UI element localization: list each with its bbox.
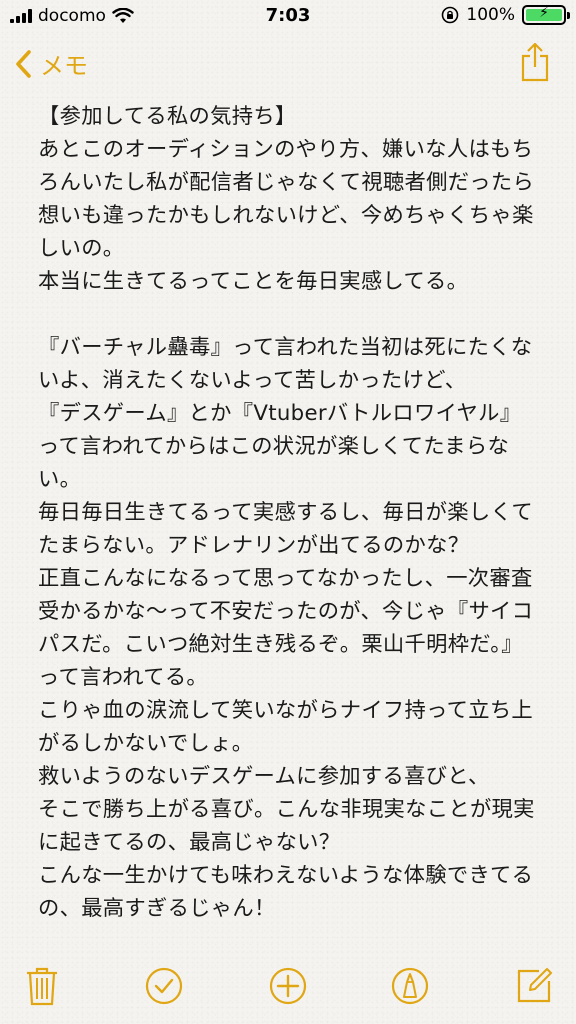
note-line: 想いも違ったかもしれないけど、今めちゃくちゃ楽 xyxy=(38,203,534,228)
note-line: こんな一生かけても味わえないような体験できてる xyxy=(38,863,534,888)
checklist-button[interactable] xyxy=(142,964,186,1008)
note-line: 救いようのないデスゲームに参加する喜びと、 xyxy=(38,764,490,789)
share-button[interactable] xyxy=(520,42,550,86)
orientation-lock-icon xyxy=(442,6,459,24)
battery-percent: 100% xyxy=(466,5,515,25)
note-line: しいの。 xyxy=(38,236,125,261)
note-line: 毎日毎日生きてるって実感するし、毎日が楽しくて xyxy=(38,500,534,525)
battery-cap xyxy=(567,12,570,19)
checklist-icon xyxy=(145,967,183,1005)
compose-button[interactable] xyxy=(512,964,556,1008)
note-line: 受かるかな〜って不安だったのが、今じゃ『サイコ xyxy=(38,599,534,624)
charging-bolt-icon: ⚡ xyxy=(539,5,549,21)
note-line: 正直こんなになるって思ってなかったし、一次審査 xyxy=(38,566,533,591)
note-line: 【参加してる私の気持ち】 xyxy=(38,104,297,129)
note-line: たまらない。アドレナリンが出てるのかな？ xyxy=(38,533,470,558)
markup-icon xyxy=(391,967,429,1005)
status-bar: docomo 7:03 100% ⚡ xyxy=(0,0,576,34)
note-body[interactable]: 【参加してる私の気持ち】あとこのオーディションのやり方、嫌いな人はもち ろんいたし… xyxy=(38,100,548,925)
note-line: 『デスゲーム』とか『Vtuberバトルロワイヤル』 xyxy=(38,401,522,426)
note-line: あとこのオーディションのやり方、嫌いな人はもち xyxy=(38,137,534,162)
delete-button[interactable] xyxy=(20,964,64,1008)
add-button[interactable] xyxy=(266,964,310,1008)
note-line: ろんいたし私が配信者じゃなくて視聴者側だったら xyxy=(38,170,535,195)
back-label: メモ xyxy=(40,52,88,80)
note-line xyxy=(38,298,548,331)
add-icon xyxy=(269,967,307,1005)
note-line: に起きてるの、最高じゃない？ xyxy=(38,830,341,855)
battery-icon: ⚡ xyxy=(522,5,570,25)
note-line: って言われてからはこの状況が楽しくてたまらな xyxy=(38,434,510,459)
trash-icon xyxy=(27,967,57,1006)
note-line: い。 xyxy=(38,467,82,492)
note-line: 本当に生きてるってことを毎日実感してる。 xyxy=(38,269,469,294)
note-line: パスだ。こいつ絶対生き残るぞ。栗山千明枠だ。』 xyxy=(38,632,523,657)
note-line: って言われてる。 xyxy=(38,665,209,690)
bottom-toolbar xyxy=(0,950,576,1024)
back-button[interactable]: メモ xyxy=(14,46,88,81)
note-line: の、最高すぎるじゃん！ xyxy=(38,896,276,921)
note-line: そこで勝ち上がる喜び。こんな非現実なことが現実 xyxy=(38,797,535,822)
compose-icon xyxy=(517,968,552,1003)
markup-button[interactable] xyxy=(388,964,432,1008)
note-line: いよ、消えたくないよって苦しかったけど、 xyxy=(38,368,467,393)
note-line: がるしかないでしょ。 xyxy=(38,731,254,756)
note-line: 『バーチャル蠱毒』って言われた当初は死にたくな xyxy=(38,335,533,360)
status-right: 100% ⚡ xyxy=(441,5,570,25)
share-icon xyxy=(521,42,549,82)
chevron-left-icon xyxy=(16,49,31,78)
nav-bar: メモ xyxy=(0,34,576,96)
note-line: こりゃ血の涙流して笑いながらナイフ持って立ち上 xyxy=(38,698,534,723)
